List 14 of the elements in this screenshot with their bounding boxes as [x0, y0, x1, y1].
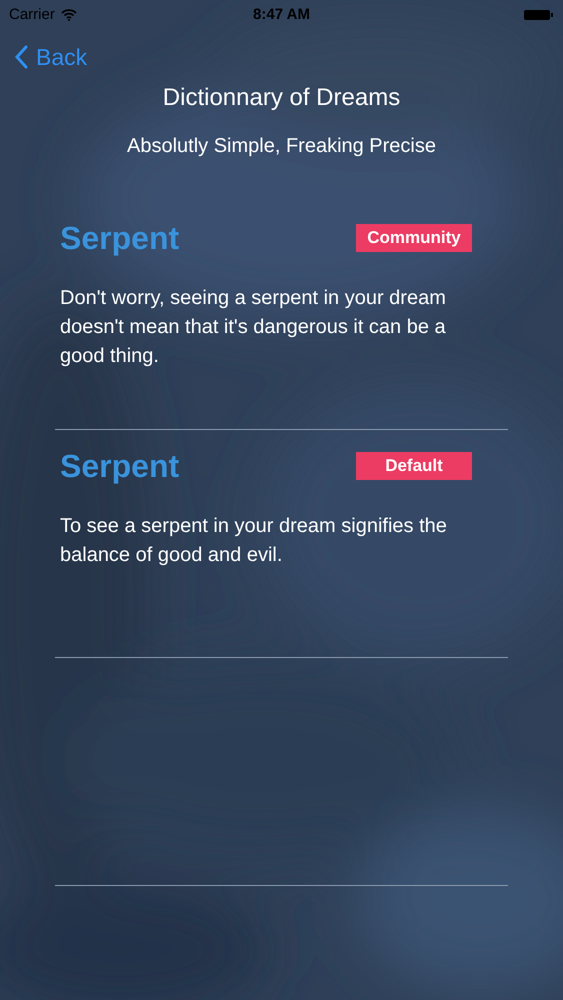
- battery-icon: [524, 9, 554, 21]
- entry-text: To see a serpent in your dream signifies the balance of good and evil.: [59, 514, 448, 568]
- wifi-icon: [60, 9, 77, 21]
- app-title: Dictionnary of Dreams: [162, 84, 400, 112]
- status-time: 8:47 AM: [253, 4, 310, 25]
- app-subtitle: Absolutly Simple, Freaking Precise: [126, 134, 436, 158]
- chevron-left-icon: [15, 45, 28, 69]
- entry-tag: Community: [356, 224, 472, 252]
- back-button[interactable]: Back: [15, 40, 88, 74]
- entry-title: Serpent: [60, 219, 180, 258]
- entry-title: Serpent: [60, 447, 180, 486]
- entry-text: Don't worry, seeing a serpent in your dream doesn't mean that it's dangerous it can be a good thing.: [59, 286, 447, 369]
- entry-tag: Default: [356, 452, 472, 480]
- carrier-label: Carrier: [9, 4, 55, 25]
